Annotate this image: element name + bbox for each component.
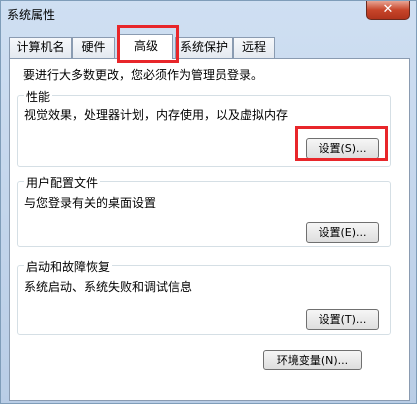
startup-recovery-group: 启动和故障恢复 系统启动、系统失败和调试信息 设置(T)... xyxy=(17,258,391,335)
system-properties-window: 系统属性 ✕ 计算机名 硬件 高级 系统保护 远程 要进行大多数更改，您必须作为… xyxy=(0,0,417,404)
performance-group-title: 性能 xyxy=(24,88,53,105)
startup-recovery-description: 系统启动、系统失败和调试信息 xyxy=(24,280,193,294)
tab-remote[interactable]: 远程 xyxy=(233,37,275,58)
performance-group: 性能 视觉效果，处理器计划，内存使用，以及虚拟内存 设置(S)... xyxy=(17,88,391,167)
user-profiles-settings-button[interactable]: 设置(E)... xyxy=(306,222,379,243)
startup-recovery-settings-button[interactable]: 设置(T)... xyxy=(306,309,379,330)
performance-description: 视觉效果，处理器计划，内存使用，以及虚拟内存 xyxy=(24,108,289,122)
window-title: 系统属性 xyxy=(7,8,56,22)
user-profiles-description: 与您登录有关的桌面设置 xyxy=(24,196,157,210)
performance-settings-button[interactable]: 设置(S)... xyxy=(306,138,379,159)
admin-notice: 要进行大多数更改，您必须作为管理员登录。 xyxy=(23,68,264,82)
environment-variables-button[interactable]: 环境变量(N)... xyxy=(263,350,362,370)
user-profiles-group-title: 用户配置文件 xyxy=(24,174,101,191)
tab-hardware[interactable]: 硬件 xyxy=(72,37,115,58)
tab-computer-name[interactable]: 计算机名 xyxy=(9,37,72,58)
close-button[interactable]: ✕ xyxy=(366,1,410,20)
startup-recovery-group-title: 启动和故障恢复 xyxy=(24,258,113,275)
user-profiles-group: 用户配置文件 与您登录有关的桌面设置 设置(E)... xyxy=(17,174,391,247)
tab-system-protection[interactable]: 系统保护 xyxy=(175,37,233,58)
tab-advanced[interactable]: 高级 xyxy=(119,34,173,59)
title-bar[interactable]: 系统属性 ✕ xyxy=(1,1,416,29)
